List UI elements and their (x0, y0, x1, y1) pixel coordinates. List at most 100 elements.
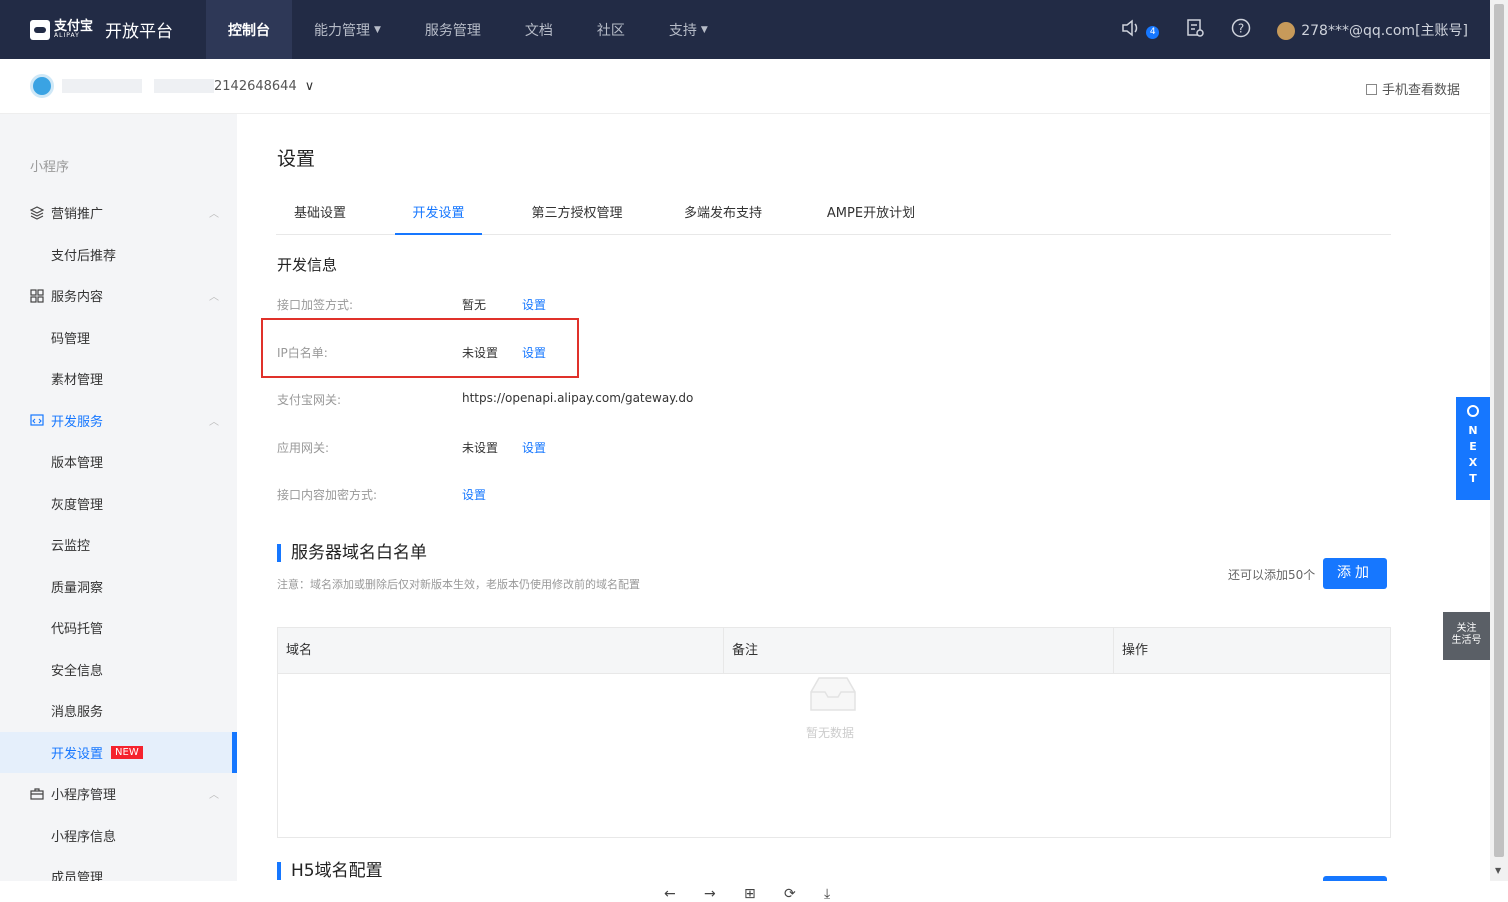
sidebar-item-version[interactable]: 版本管理 (0, 441, 237, 483)
grid-icon (30, 289, 44, 303)
next-letter: E (1469, 440, 1477, 453)
sidebar-item-code-hosting[interactable]: 代码托管 (0, 607, 237, 649)
sidebar-item-after-pay[interactable]: 支付后推荐 (0, 234, 237, 276)
redacted-app-id-prefix (154, 79, 214, 93)
nav-console[interactable]: 控制台 (206, 0, 292, 59)
nav-support-label: 支持 (668, 22, 697, 39)
account-label: 278***@qq.com[主账号] (1301, 22, 1468, 39)
sidebar-item-miniapp-info[interactable]: 小程序信息 (0, 815, 237, 857)
sidebar-item-gray[interactable]: 灰度管理 (0, 483, 237, 525)
highlight-box (261, 318, 579, 378)
nav-right-tools: 4 ? 278***@qq.com[主账号] (1121, 0, 1468, 59)
row-value: 暂无 (462, 298, 487, 312)
nav-console-label: 控制台 (228, 22, 270, 39)
sidebar-group-label: 营销推广 (51, 207, 104, 223)
sidebar-item-cloud-monitor[interactable]: 云监控 (0, 524, 237, 566)
add-domain-button[interactable]: 添加 (1323, 558, 1387, 589)
col-action: 操作 (1122, 643, 1149, 658)
sidebar-group-service-content[interactable]: 服务内容 ︿ (0, 275, 237, 317)
download-icon[interactable]: ⤓ (824, 886, 830, 902)
forward-arrow-icon[interactable]: → (704, 886, 716, 902)
domain-table: 域名 备注 操作 暂无数据 (277, 627, 1391, 838)
main-content: 设置 基础设置 开发设置 第三方授权管理 多端发布支持 AMPE开放计划 开发信… (237, 114, 1490, 881)
grid-view-icon[interactable]: ⊞ (744, 886, 756, 902)
sidebar-item-dev-settings[interactable]: 开发设置 NEW (0, 731, 237, 773)
sidebar-section-title: 小程序 (30, 160, 70, 175)
sidebar-item-material-manage[interactable]: 素材管理 (0, 358, 237, 400)
set-app-gateway-link[interactable]: 设置 (522, 439, 546, 456)
svg-text:?: ? (1238, 21, 1244, 35)
sidebar-item-label: 开发设置 (51, 746, 104, 762)
sidebar-item-quality[interactable]: 质量洞察 (0, 566, 237, 608)
task-button[interactable] (1185, 18, 1205, 42)
tab-ampe-plan[interactable]: AMPE开放计划 (812, 203, 930, 235)
tab-basic-settings[interactable]: 基础设置 (276, 203, 364, 235)
qrcode-icon (1365, 84, 1377, 95)
sidebar-item-message[interactable]: 消息服务 (0, 690, 237, 732)
app-logo (30, 74, 54, 98)
avatar (1277, 21, 1296, 40)
rotate-icon[interactable]: ⟳ (784, 886, 796, 902)
col-remark: 备注 (724, 628, 1114, 674)
h5-domain-title: H5域名配置 (277, 862, 383, 880)
row-label: 接口加签方式: (277, 298, 354, 312)
app-id: 2142648644 (214, 78, 297, 94)
nav-community[interactable]: 社区 (575, 0, 647, 59)
nav-capability-label: 能力管理 (314, 22, 370, 39)
redacted-app-name (62, 79, 142, 93)
sidebar-item-code-manage[interactable]: 码管理 (0, 317, 237, 359)
sidebar-item-security[interactable]: 安全信息 (0, 649, 237, 691)
nav-community-label: 社区 (596, 22, 625, 39)
domain-whitelist-title: 服务器域名白名单 (277, 544, 427, 562)
row-label: 接口内容加密方式: (277, 488, 378, 502)
table-header: 域名 备注 操作 (278, 628, 1390, 674)
vertical-scrollbar[interactable]: ▼ (1490, 0, 1508, 881)
sidebar-group-miniapp-manage[interactable]: 小程序管理 ︿ (0, 773, 237, 815)
domain-whitelist-note: 注意：域名添加或删除后仅对新版本生效，老版本仍使用修改前的域名配置 (277, 578, 640, 591)
follow-lifestyle-widget[interactable]: 关注 生活号 (1443, 612, 1490, 660)
nav-docs[interactable]: 文档 (503, 0, 575, 59)
layers-icon (30, 206, 44, 220)
tab-dev-settings[interactable]: 开发设置 (395, 203, 482, 235)
nav-service-label: 服务管理 (424, 22, 481, 39)
next-letter: X (1468, 456, 1478, 469)
empty-text: 暂无数据 (806, 726, 855, 740)
tab-multi-platform[interactable]: 多端发布支持 (668, 203, 778, 235)
row-label: 应用网关: (277, 441, 330, 455)
sidebar: 小程序 营销推广 ︿ 支付后推荐 服务内容 ︿ 码管理 素材管理 开发服务 ︿ … (0, 114, 237, 881)
sidebar-group-marketing[interactable]: 营销推广 ︿ (0, 192, 237, 234)
help-button[interactable]: ? (1231, 18, 1251, 42)
notification-button[interactable]: 4 (1121, 18, 1160, 41)
mobile-data-link[interactable]: 手机查看数据 (1365, 79, 1460, 98)
sidebar-group-dev-service[interactable]: 开发服务 ︿ (0, 400, 237, 442)
nav-support[interactable]: 支持 ▼ (647, 0, 730, 59)
sidebar-item-members[interactable]: 成员管理 (0, 856, 237, 881)
chevron-up-icon: ︿ (209, 292, 219, 304)
account-menu[interactable]: 278***@qq.com[主账号] (1277, 20, 1468, 40)
scroll-down-arrow-icon[interactable]: ▼ (1495, 866, 1501, 875)
follow-line1: 关注 (1456, 623, 1477, 634)
sidebar-group-label: 开发服务 (51, 414, 104, 430)
remaining-count: 还可以添加50个 (1228, 568, 1316, 582)
brand-logo[interactable]: 支付宝 ALIPAY 开放平台 (0, 0, 206, 59)
brand-name-cn: 支付宝 (54, 18, 94, 34)
next-widget[interactable]: N E X T (1456, 397, 1490, 500)
nav-capability[interactable]: 能力管理 ▼ (292, 0, 403, 59)
app-switch-chevron-icon[interactable]: ∨ (305, 79, 315, 94)
set-sign-method-link[interactable]: 设置 (522, 296, 546, 313)
back-arrow-icon[interactable]: ← (664, 886, 676, 902)
viewer-toolbar: ← → ⊞ ⟳ ⤓ (0, 881, 1508, 902)
set-encrypt-method-link[interactable]: 设置 (462, 486, 486, 503)
empty-inbox-icon (810, 677, 856, 711)
follow-line2: 生活号 (1451, 635, 1482, 646)
tab-third-party-auth[interactable]: 第三方授权管理 (514, 203, 640, 235)
chevron-up-icon: ︿ (209, 790, 219, 802)
speaker-icon (1122, 18, 1138, 37)
sidebar-group-label: 服务内容 (51, 290, 104, 306)
col-domain: 域名 (278, 628, 724, 674)
help-icon: ? (1231, 18, 1251, 37)
app-switcher-bar: 2142648644 ∨ 手机查看数据 (0, 59, 1490, 114)
new-badge: NEW (111, 745, 143, 759)
nav-service[interactable]: 服务管理 (403, 0, 503, 59)
scrollbar-thumb[interactable] (1494, 4, 1504, 857)
